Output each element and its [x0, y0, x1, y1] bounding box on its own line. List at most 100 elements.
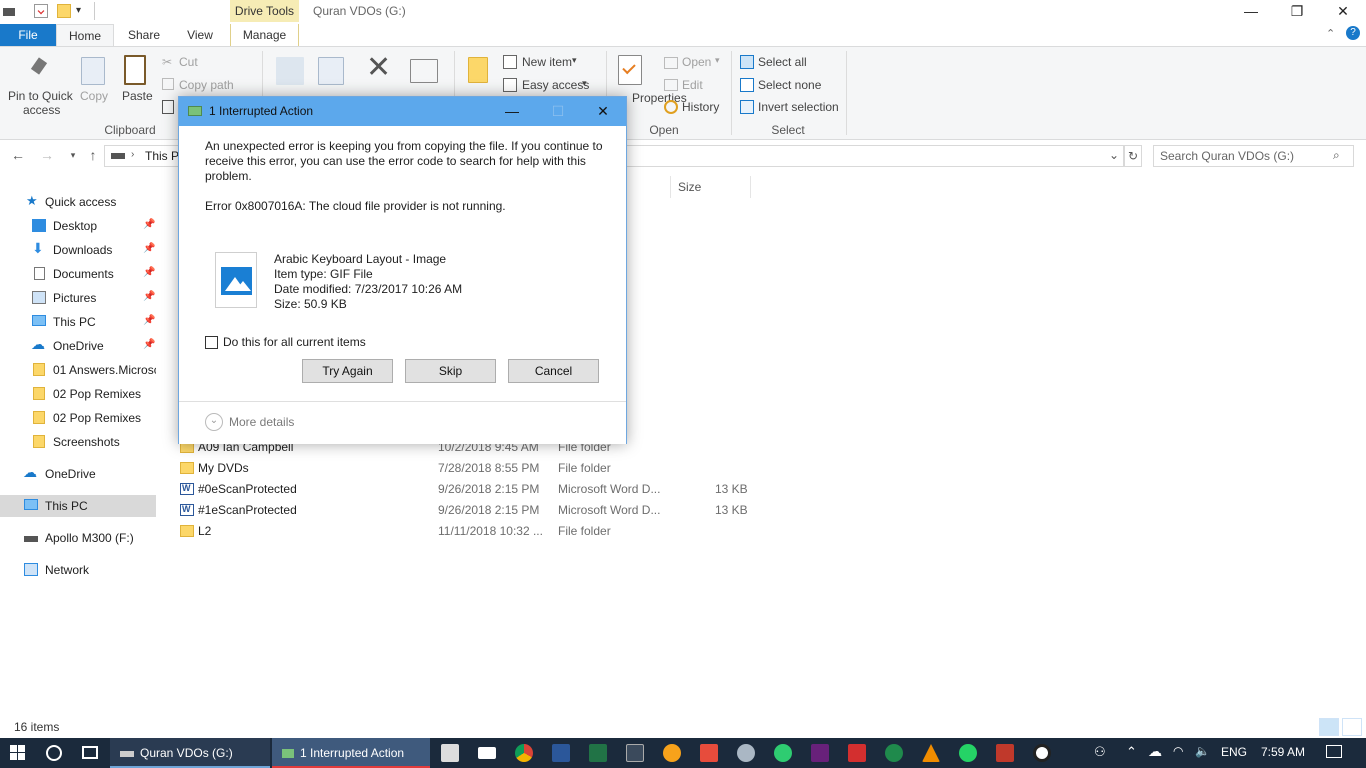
- nav-quick-access[interactable]: ★ Quick access: [0, 191, 156, 213]
- tab-share[interactable]: Share: [116, 24, 172, 46]
- close-icon[interactable]: ✕: [1320, 0, 1366, 24]
- access-icon[interactable]: [626, 744, 644, 762]
- details-view-icon[interactable]: [1319, 718, 1339, 736]
- nav-documents[interactable]: Documents 📌: [0, 263, 156, 285]
- copy-button[interactable]: Copy: [80, 89, 108, 103]
- nav-downloads[interactable]: ⬇ Downloads 📌: [0, 239, 156, 261]
- onedrive-tray-icon[interactable]: ☁: [1148, 743, 1162, 760]
- action-center-icon[interactable]: [1326, 745, 1342, 758]
- paste-shortcut-icon[interactable]: [162, 100, 174, 114]
- visual-studio-icon[interactable]: [811, 744, 829, 762]
- new-item-dropdown-icon[interactable]: ▾: [572, 55, 577, 66]
- large-icons-view-icon[interactable]: [1342, 718, 1362, 736]
- excel-icon[interactable]: [589, 744, 607, 762]
- mail-icon[interactable]: [478, 747, 496, 759]
- tools-icon[interactable]: [700, 744, 718, 762]
- easy-access-button[interactable]: Easy access: [522, 78, 589, 92]
- nav-onedrive[interactable]: ☁ OneDrive: [0, 463, 156, 485]
- table-row[interactable]: My DVDs 7/28/2018 8:55 PM File folder: [174, 458, 774, 478]
- pdf-reader-icon[interactable]: [848, 744, 866, 762]
- select-all-button[interactable]: Select all: [758, 55, 807, 69]
- new-folder-qa-icon[interactable]: [57, 4, 71, 18]
- panda-icon[interactable]: [1033, 744, 1051, 762]
- taskbar-app-explorer[interactable]: Quran VDOs (G:): [110, 738, 270, 768]
- open-button[interactable]: Open: [682, 55, 711, 69]
- breadcrumb-chevron-icon[interactable]: ›: [131, 149, 134, 160]
- help-icon[interactable]: ?: [1346, 26, 1360, 40]
- expand-chevron-icon[interactable]: ⌄: [205, 413, 223, 431]
- media-app-icon[interactable]: [663, 744, 681, 762]
- nav-folder-pop-remixes[interactable]: 02 Pop Remixes: [0, 383, 156, 405]
- address-dropdown-icon[interactable]: ⌄: [1109, 148, 1119, 162]
- show-hidden-icons-icon[interactable]: ⌃: [1126, 744, 1137, 760]
- tab-view[interactable]: View: [174, 24, 226, 46]
- breadcrumb-this-pc[interactable]: This P: [145, 149, 179, 163]
- edit-button[interactable]: Edit: [682, 78, 703, 92]
- chrome-icon[interactable]: [515, 744, 533, 762]
- nav-folder-pop-remixes-2[interactable]: 02 Pop Remixes: [0, 407, 156, 429]
- forward-arrow-icon[interactable]: →: [38, 146, 56, 164]
- nav-pictures[interactable]: Pictures 📌: [0, 287, 156, 309]
- apply-to-all-checkbox[interactable]: [205, 336, 218, 349]
- skip-button[interactable]: Skip: [405, 359, 496, 383]
- volume-icon[interactable]: 🔈: [1195, 744, 1210, 758]
- tab-file[interactable]: File: [0, 24, 56, 46]
- select-none-button[interactable]: Select none: [758, 78, 821, 92]
- dialog-close-icon[interactable]: ✕: [580, 97, 626, 126]
- store-icon[interactable]: [441, 744, 459, 762]
- taskbar-app-dialog[interactable]: 1 Interrupted Action: [272, 738, 430, 768]
- nav-this-pc-pinned[interactable]: This PC 📌: [0, 311, 156, 333]
- properties-qa-icon[interactable]: [34, 4, 48, 18]
- nav-folder-answers[interactable]: 01 Answers.Microsc: [0, 359, 156, 381]
- more-details-link[interactable]: More details: [229, 415, 294, 429]
- windows-start-icon[interactable]: [10, 745, 26, 761]
- nav-apollo-drive[interactable]: Apollo M300 (F:): [0, 527, 156, 549]
- up-arrow-icon[interactable]: ↑: [84, 146, 102, 164]
- invert-selection-button[interactable]: Invert selection: [758, 100, 839, 114]
- column-header-size[interactable]: Size: [678, 180, 701, 194]
- whatsapp-icon[interactable]: [959, 744, 977, 762]
- apply-to-all-label[interactable]: Do this for all current items: [223, 335, 366, 349]
- people-icon[interactable]: ⚇: [1094, 744, 1106, 760]
- dialog-minimize-icon[interactable]: —: [489, 97, 535, 126]
- cancel-button[interactable]: Cancel: [508, 359, 599, 383]
- nav-desktop[interactable]: Desktop 📌: [0, 215, 156, 237]
- vpn-icon[interactable]: [885, 744, 903, 762]
- easy-access-dropdown-icon[interactable]: ▾: [582, 78, 587, 89]
- task-view-icon[interactable]: [82, 746, 98, 759]
- language-indicator[interactable]: ENG: [1221, 745, 1247, 759]
- wifi-icon[interactable]: ◠: [1173, 744, 1183, 758]
- cortana-icon[interactable]: [46, 745, 62, 761]
- tab-home[interactable]: Home: [56, 24, 114, 46]
- settings-gear-icon[interactable]: [737, 744, 755, 762]
- recent-locations-icon[interactable]: ▾: [64, 146, 82, 164]
- table-row[interactable]: #0eScanProtected 9/26/2018 2:15 PM Micro…: [174, 479, 774, 499]
- restore-icon[interactable]: ❐: [1274, 0, 1320, 24]
- nav-folder-screenshots[interactable]: Screenshots: [0, 431, 156, 453]
- search-icon[interactable]: ⌕: [1333, 148, 1340, 163]
- try-again-button[interactable]: Try Again: [302, 359, 393, 383]
- new-item-button[interactable]: New item: [522, 55, 572, 69]
- properties-button[interactable]: Properties: [632, 91, 687, 105]
- paste-button[interactable]: Paste: [122, 89, 153, 103]
- word-icon[interactable]: [552, 744, 570, 762]
- refresh-icon[interactable]: ↻: [1124, 145, 1142, 167]
- paint-icon[interactable]: [996, 744, 1014, 762]
- open-dropdown-icon[interactable]: ▾: [715, 55, 720, 66]
- table-row[interactable]: L2 11/11/2018 10:32 ... File folder: [174, 521, 774, 541]
- nav-network[interactable]: Network: [0, 559, 156, 581]
- copy-path-button[interactable]: Copy path: [179, 78, 234, 92]
- clock[interactable]: 7:59 AM: [1261, 745, 1305, 759]
- nav-onedrive-pinned[interactable]: ☁ OneDrive 📌: [0, 335, 156, 357]
- minimize-icon[interactable]: —: [1228, 0, 1274, 24]
- collapse-ribbon-icon[interactable]: ⌃: [1326, 27, 1335, 40]
- table-row[interactable]: #1eScanProtected 9/26/2018 2:15 PM Micro…: [174, 500, 774, 520]
- qa-dropdown-icon[interactable]: ▾: [76, 5, 81, 16]
- history-button[interactable]: History: [682, 100, 719, 114]
- nav-this-pc[interactable]: This PC: [0, 495, 156, 517]
- tab-manage[interactable]: Manage: [230, 24, 299, 46]
- cut-button[interactable]: Cut: [179, 55, 198, 69]
- pin-quick-access-button[interactable]: Pin to Quick: [8, 89, 73, 103]
- back-arrow-icon[interactable]: ←: [9, 146, 27, 164]
- sync-icon[interactable]: [774, 744, 792, 762]
